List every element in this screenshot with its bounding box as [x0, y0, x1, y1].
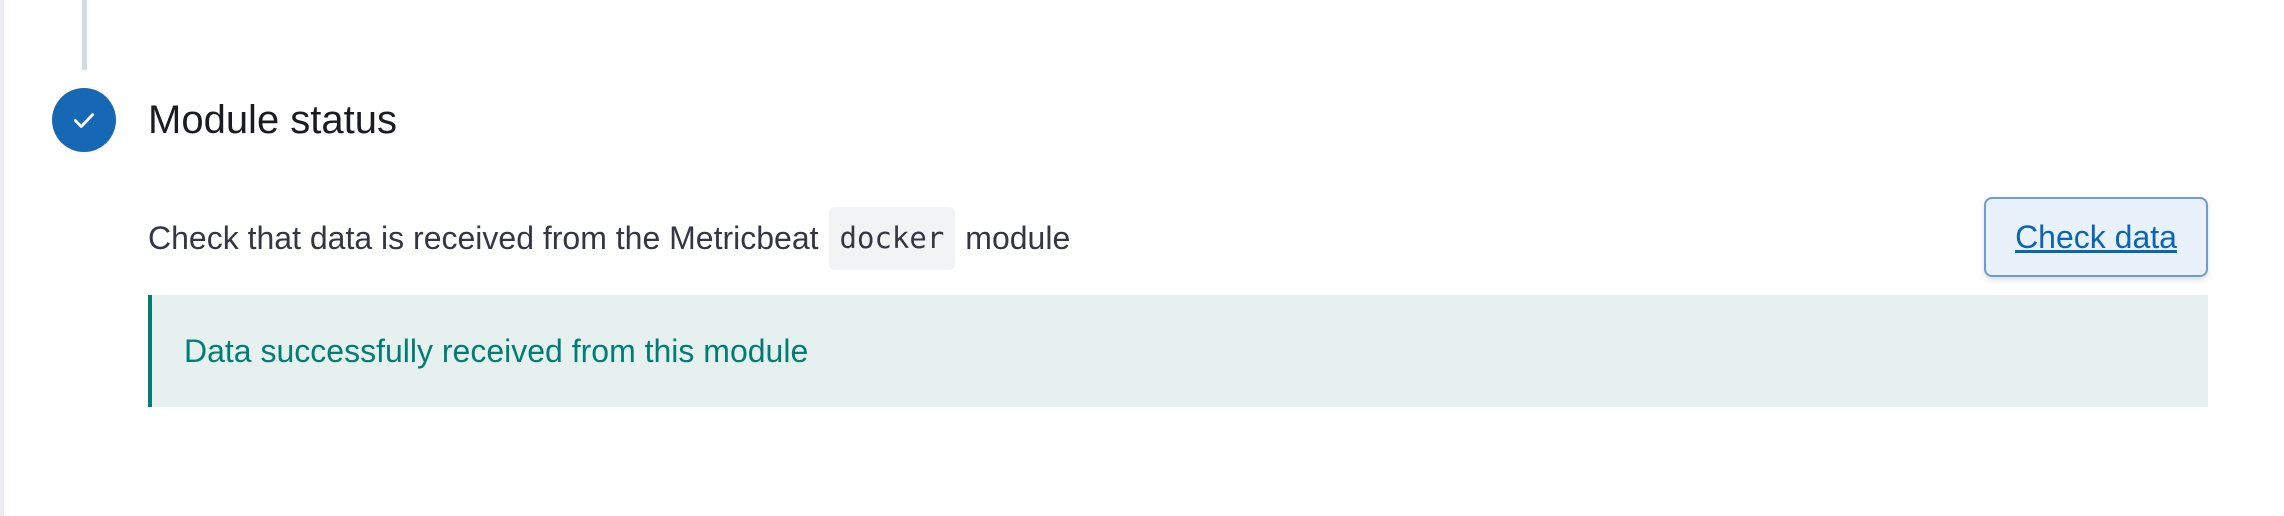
success-callout: Data successfully received from this mod…	[148, 295, 2208, 407]
panel-left-border	[0, 0, 4, 516]
description-suffix: module	[965, 219, 1071, 256]
step-description: Check that data is received from the Met…	[148, 206, 1071, 270]
check-data-button-label: Check data	[2015, 218, 2177, 255]
step-connector-line	[82, 0, 87, 70]
check-data-button[interactable]: Check data	[1984, 197, 2208, 277]
description-prefix: Check that data is received from the Met…	[148, 219, 819, 256]
step-complete-badge	[52, 88, 116, 152]
check-icon	[73, 113, 95, 128]
step-title: Module status	[148, 98, 398, 142]
success-callout-message: Data successfully received from this mod…	[184, 332, 809, 369]
module-name-code: docker	[828, 206, 956, 270]
